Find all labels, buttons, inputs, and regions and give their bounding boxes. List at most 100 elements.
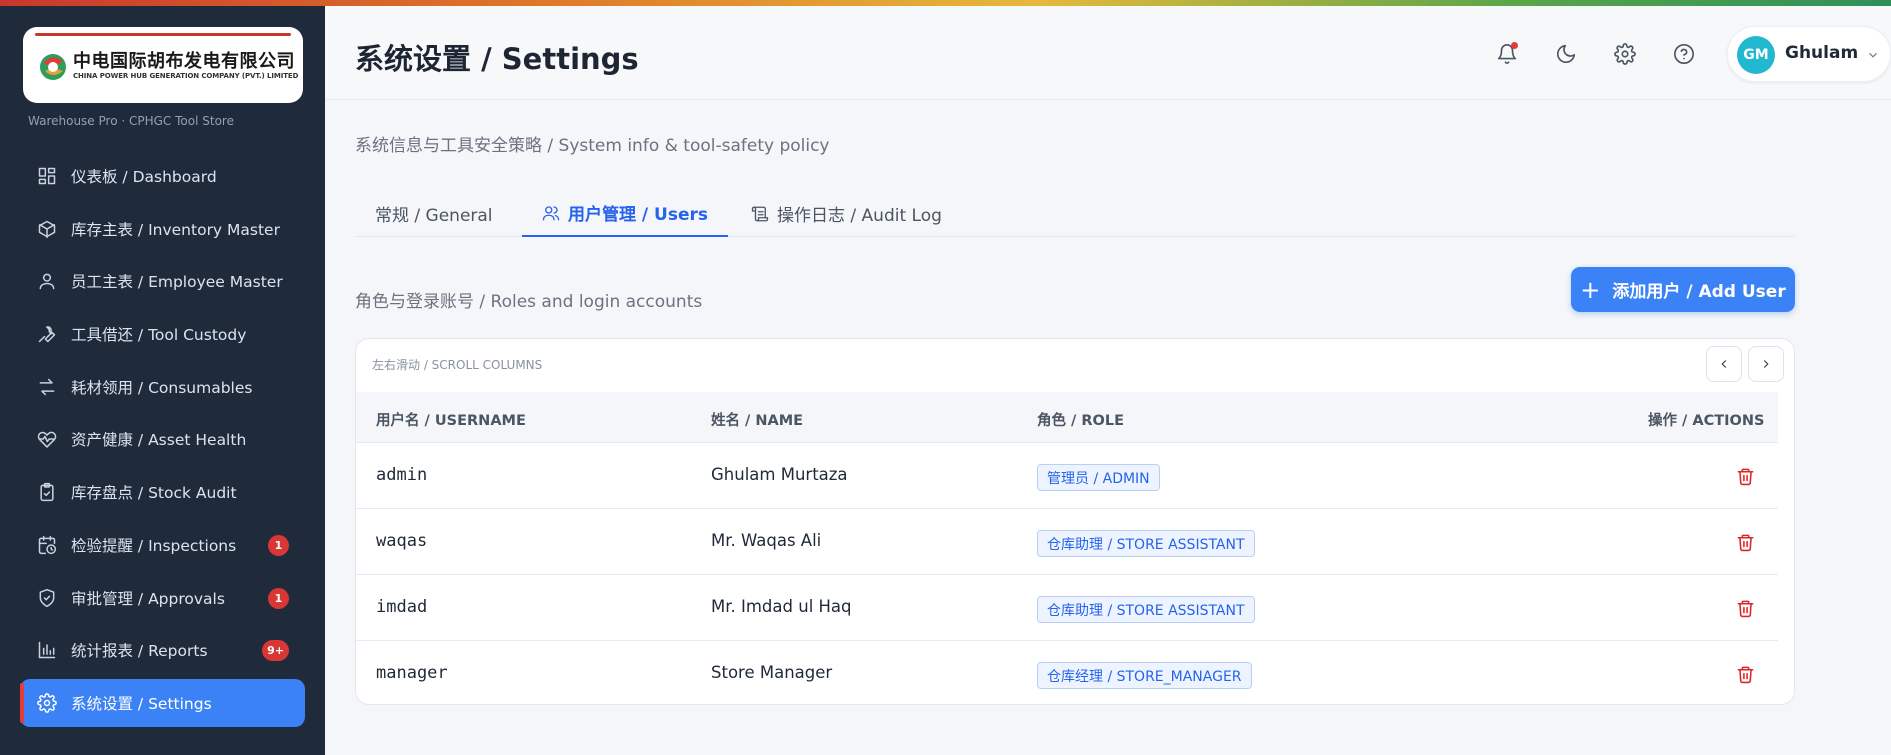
sidebar-item-consumables[interactable]: 耗材领用 / Consumables (20, 363, 305, 411)
cell-name: Ghulam Murtaza (711, 465, 848, 484)
sidebar-item-label: 审批管理 / Approvals (71, 589, 225, 608)
moon-icon (1556, 44, 1576, 64)
notification-badge: 1 (268, 587, 289, 609)
scroll-icon (751, 206, 769, 221)
gear-icon (1614, 43, 1636, 65)
delete-user-button[interactable] (1732, 661, 1758, 687)
sidebar-item-dashboard[interactable]: 仪表板 / Dashboard (20, 152, 305, 200)
table-row[interactable]: manager Store Manager 仓库经理 / STORE_MANAG… (356, 641, 1778, 704)
trash-icon (1737, 666, 1753, 683)
sidebar-item-label: 工具借还 / Tool Custody (71, 326, 247, 345)
help-circle-icon (1674, 44, 1694, 64)
sidebar-item-inspections[interactable]: 检验提醒 / Inspections 1 (20, 521, 305, 569)
notifications-button[interactable] (1493, 40, 1521, 68)
avatar: GM (1737, 36, 1775, 74)
clipboard-check-icon (36, 481, 58, 503)
users-table: 左右滑动 / SCROLL COLUMNS 用户名 / USERNAME 姓名 … (355, 338, 1795, 705)
trash-icon (1737, 534, 1753, 551)
delete-user-button[interactable] (1732, 463, 1758, 489)
user-menu[interactable]: GM Ghulam (1727, 26, 1891, 82)
table-row[interactable]: waqas Mr. Waqas Ali 仓库助理 / STORE ASSISTA… (356, 509, 1778, 575)
cell-username: admin (376, 465, 428, 485)
role-badge: 仓库助理 / STORE ASSISTANT (1037, 530, 1255, 557)
notification-dot (1511, 42, 1518, 49)
users-icon (542, 205, 560, 220)
sidebar-item-label: 库存盘点 / Stock Audit (71, 484, 237, 503)
bar-chart-icon (36, 639, 58, 661)
table-row[interactable]: imdad Mr. Imdad ul Haq 仓库助理 / STORE ASSI… (356, 575, 1778, 641)
settings-tabs: 常规 / General 用户管理 / Users 操作日志 / Audit L… (355, 190, 1795, 237)
sidebar-item-settings[interactable]: 系统设置 / Settings (20, 678, 305, 727)
user-icon (36, 270, 58, 292)
scroll-right-button[interactable] (1748, 346, 1784, 382)
settings-button[interactable] (1611, 40, 1639, 68)
delete-user-button[interactable] (1732, 595, 1758, 621)
trash-icon (1737, 600, 1753, 617)
tab-label: 操作日志 / Audit Log (777, 206, 942, 226)
sidebar-item-label: 检验提醒 / Inspections (71, 536, 237, 555)
scroll-hint: 左右滑动 / SCROLL COLUMNS (372, 358, 543, 372)
sidebar-nav: 仪表板 / Dashboard 库存主表 / Inventory Master … (20, 152, 305, 732)
cell-username: waqas (376, 531, 428, 551)
sidebar-item-approvals[interactable]: 审批管理 / Approvals 1 (20, 574, 305, 622)
table-row[interactable]: admin Ghulam Murtaza 管理员 / ADMIN (356, 443, 1778, 509)
column-header-name[interactable]: 姓名 / NAME (711, 409, 803, 430)
role-badge: 仓库经理 / STORE_MANAGER (1037, 662, 1252, 689)
sidebar-item-reports[interactable]: 统计报表 / Reports 9+ (20, 626, 305, 674)
page-title: 系统设置 / Settings (355, 42, 639, 76)
shield-check-icon (36, 587, 58, 609)
tab-audit-log[interactable]: 操作日志 / Audit Log (731, 190, 962, 237)
add-user-button[interactable]: + 添加用户 / Add User (1571, 267, 1795, 312)
scroll-controls: 左右滑动 / SCROLL COLUMNS (356, 339, 1794, 392)
sidebar-item-stock-audit[interactable]: 库存盘点 / Stock Audit (20, 468, 305, 516)
sidebar-item-inventory[interactable]: 库存主表 / Inventory Master (20, 205, 305, 253)
tab-general[interactable]: 常规 / General (355, 190, 513, 237)
sidebar-item-employees[interactable]: 员工主表 / Employee Master (20, 257, 305, 305)
theme-toggle-button[interactable] (1552, 40, 1580, 68)
cell-name: Mr. Waqas Ali (711, 531, 822, 550)
sidebar-item-label: 统计报表 / Reports (71, 642, 208, 661)
tab-label: 用户管理 / Users (568, 205, 709, 225)
add-user-label: 添加用户 / Add User (1612, 282, 1786, 302)
sidebar-item-label: 仪表板 / Dashboard (71, 168, 217, 186)
logo-mark-icon (40, 54, 66, 80)
sidebar-item-label: 资产健康 / Asset Health (71, 431, 247, 450)
chevron-left-icon (1721, 360, 1727, 368)
wrench-icon (36, 323, 58, 345)
notification-badge: 1 (268, 534, 289, 556)
heart-pulse-icon (36, 428, 58, 450)
sidebar: 中电国际胡布发电有限公司 CHINA POWER HUB GENERATION … (0, 0, 325, 755)
sidebar-item-label: 系统设置 / Settings (71, 694, 212, 713)
trash-icon (1737, 468, 1753, 485)
page-subtitle: 系统信息与工具安全策略 / System info & tool-safety … (355, 136, 830, 156)
company-logo[interactable]: 中电国际胡布发电有限公司 CHINA POWER HUB GENERATION … (23, 27, 303, 103)
help-button[interactable] (1670, 40, 1698, 68)
sidebar-item-asset-health[interactable]: 资产健康 / Asset Health (20, 415, 305, 463)
sidebar-item-label: 耗材领用 / Consumables (71, 378, 253, 397)
calendar-clock-icon (36, 534, 58, 556)
chevron-right-icon (1763, 360, 1769, 368)
scroll-left-button[interactable] (1706, 346, 1742, 382)
delete-user-button[interactable] (1732, 529, 1758, 555)
notification-badge: 9+ (262, 640, 289, 662)
top-header: 系统设置 / Settings GM Ghulam (325, 6, 1891, 100)
sidebar-item-tool-custody[interactable]: 工具借还 / Tool Custody (20, 310, 305, 358)
app-subtitle: Warehouse Pro · CPHGC Tool Store (28, 114, 234, 128)
dashboard-icon (36, 165, 58, 187)
chevron-down-icon (1866, 47, 1880, 61)
logo-company-en: CHINA POWER HUB GENERATION COMPANY (PVT.… (73, 72, 299, 80)
plus-icon: + (1580, 275, 1601, 304)
tab-label: 常规 / General (375, 206, 493, 226)
logo-accent-bar (35, 33, 291, 36)
cell-name: Store Manager (711, 663, 833, 682)
tab-users[interactable]: 用户管理 / Users (522, 190, 729, 237)
box-icon (36, 218, 58, 240)
column-header-actions: 操作 / ACTIONS (1648, 413, 1765, 429)
column-header-username[interactable]: 用户名 / USERNAME (376, 409, 526, 430)
sidebar-item-label: 员工主表 / Employee Master (71, 273, 283, 292)
cell-name: Mr. Imdad ul Haq (711, 597, 852, 616)
gear-icon (36, 692, 58, 714)
section-label: 角色与登录账号 / Roles and login accounts (355, 292, 703, 312)
swap-icon (36, 376, 58, 398)
column-header-role[interactable]: 角色 / ROLE (1037, 409, 1124, 430)
